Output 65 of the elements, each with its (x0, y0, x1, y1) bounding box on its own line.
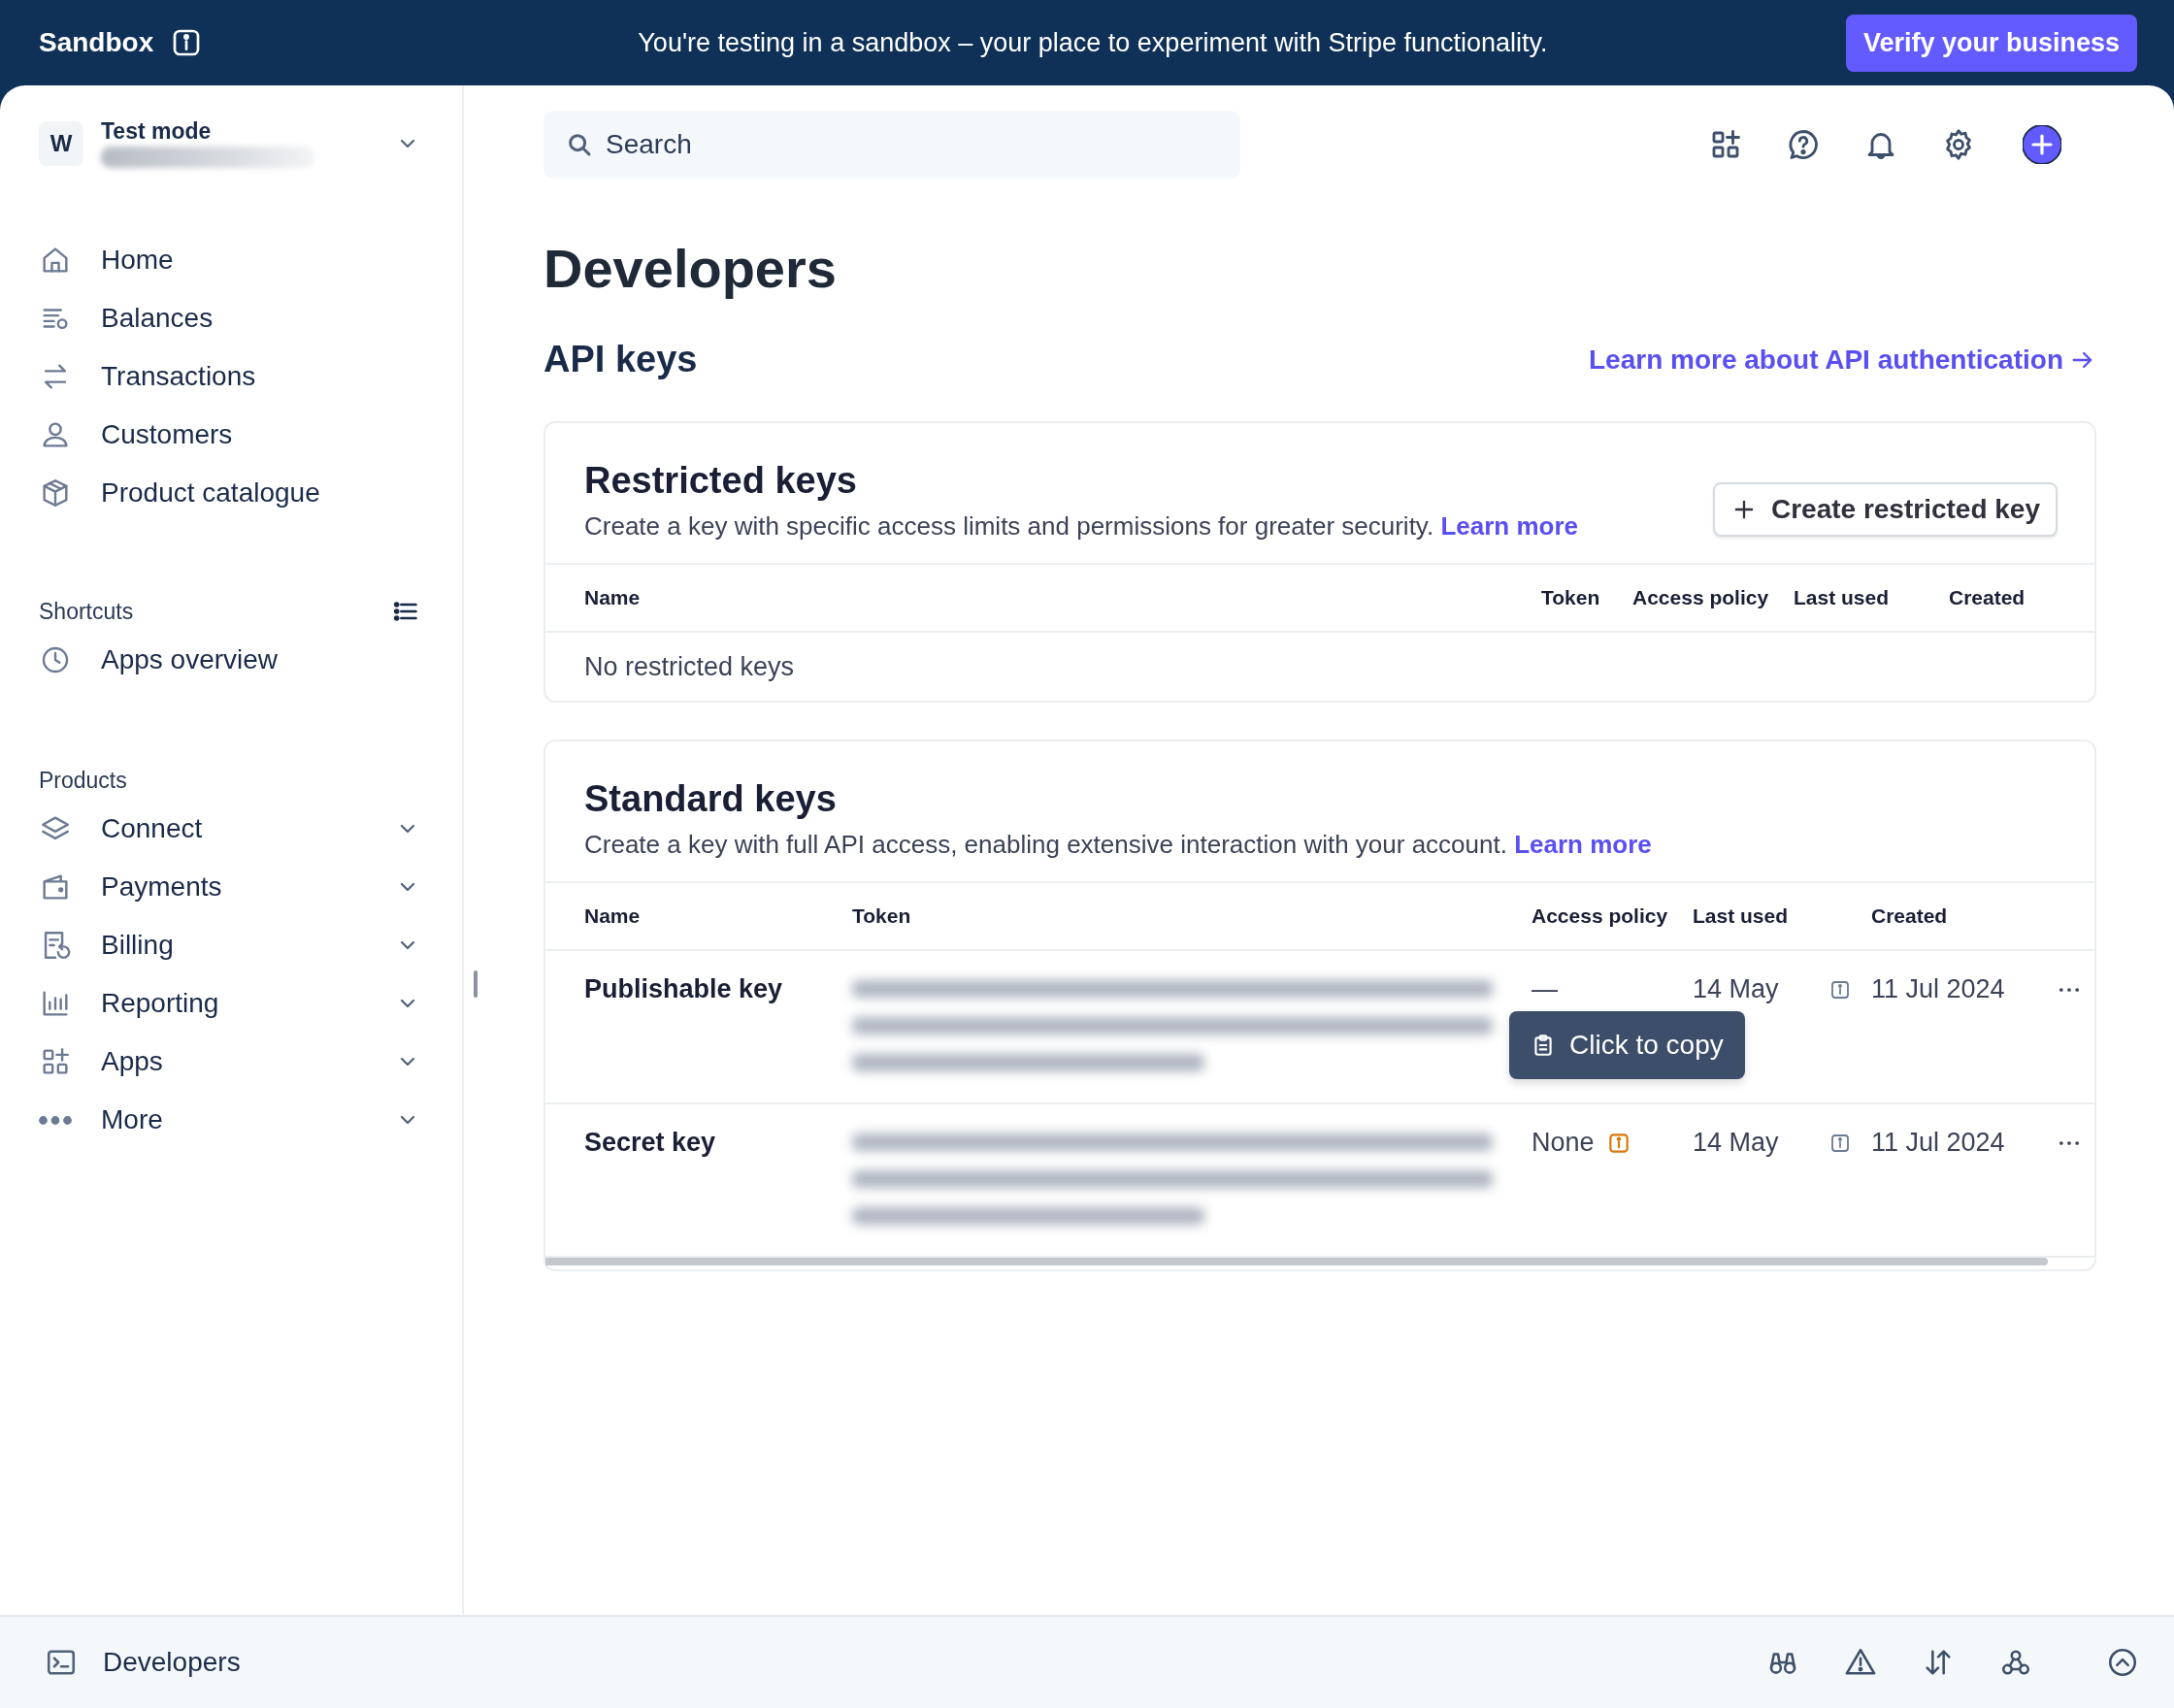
product-item[interactable]: Reporting (39, 974, 423, 1033)
column-header: Name (584, 904, 642, 928)
nav-item[interactable]: Customers (39, 406, 423, 464)
dots-icon (39, 1115, 72, 1125)
product-label: Billing (101, 930, 175, 961)
product-label: More (101, 1104, 164, 1135)
nav-item[interactable]: Product catalogue (39, 464, 423, 522)
tooltip-text: Click to copy (1569, 1030, 1724, 1061)
page-title: Developers (544, 237, 838, 300)
verify-business-button[interactable]: Verify your business (1845, 14, 2137, 72)
api-auth-link[interactable]: Learn more about API authentication (1589, 344, 2096, 376)
column-header: Access policy (1632, 586, 1770, 609)
search-field[interactable]: Search (544, 111, 1240, 179)
nav-item[interactable]: Home (39, 231, 423, 289)
product-label: Apps (101, 1046, 164, 1077)
key-name: Secret key (584, 1128, 717, 1158)
key-name: Publishable key (584, 974, 784, 1004)
product-item[interactable]: Apps (39, 1033, 423, 1091)
section-title: API keys (544, 339, 698, 380)
access-policy: None (1532, 1128, 1595, 1158)
add-icon[interactable] (2023, 125, 2061, 164)
column-header: Token (1541, 586, 1601, 609)
account-avatar: W (39, 121, 83, 166)
section-heading: Products (39, 767, 127, 794)
product-label: Connect (101, 813, 204, 844)
create-restricted-key-button[interactable]: Create restricted key (1712, 482, 2058, 537)
product-item[interactable]: Billing (39, 916, 423, 974)
card-description: Create a key with full API access, enabling extensive interaction with your account. Learn more (584, 830, 1652, 860)
last-used-date: 14 May (1693, 974, 1780, 1004)
sandbox-label: Sandbox (39, 27, 154, 58)
created-date: 11 Jul 2024 (1871, 1128, 2006, 1158)
card-title: Restricted keys (584, 460, 858, 502)
account-switcher[interactable]: W Test mode (39, 111, 423, 177)
developers-toggle[interactable]: Developers (45, 1646, 241, 1679)
column-header: Created (1871, 904, 1949, 928)
card-description: Create a key with specific access limits and permissions for greater security. Learn more (584, 511, 1578, 542)
chevron-up-icon[interactable] (2106, 1646, 2139, 1679)
nav-item[interactable]: Transactions (39, 347, 423, 406)
product-item[interactable]: More (39, 1091, 423, 1149)
help-icon[interactable] (1786, 127, 1821, 162)
developers-label: Developers (103, 1647, 241, 1678)
column-header: Name (584, 586, 642, 609)
horizontal-scrollbar[interactable] (545, 1258, 2048, 1265)
shortcut-item[interactable]: Apps overview (39, 631, 423, 689)
card-title: Standard keys (584, 778, 838, 820)
nav-item[interactable]: Balances (39, 289, 423, 347)
last-used-date: 14 May (1693, 1128, 1780, 1158)
learn-more-link[interactable]: Learn more (1440, 511, 1578, 541)
created-date: 11 Jul 2024 (1871, 974, 2006, 1004)
empty-message: No restricted keys (584, 651, 795, 682)
test-mode-label: Test mode (101, 119, 213, 143)
resize-handle[interactable] (474, 970, 478, 998)
product-label: Reporting (101, 988, 220, 1019)
learn-more-link[interactable]: Learn more (1514, 830, 1652, 859)
section-heading: Shortcuts (39, 598, 134, 625)
product-item[interactable]: Payments (39, 858, 423, 916)
column-header: Last used (1794, 586, 1891, 609)
column-header: Access policy (1532, 904, 1669, 928)
sandbox-message: You're testing in a sandbox – your place to experiment with Stripe functionality. (638, 27, 1548, 58)
column-header: Token (852, 904, 912, 928)
product-item[interactable]: Connect (39, 800, 423, 858)
product-label: Payments (101, 871, 223, 903)
access-policy: — (1532, 974, 1558, 1004)
column-header: Last used (1693, 904, 1790, 928)
column-header: Created (1949, 586, 2026, 609)
